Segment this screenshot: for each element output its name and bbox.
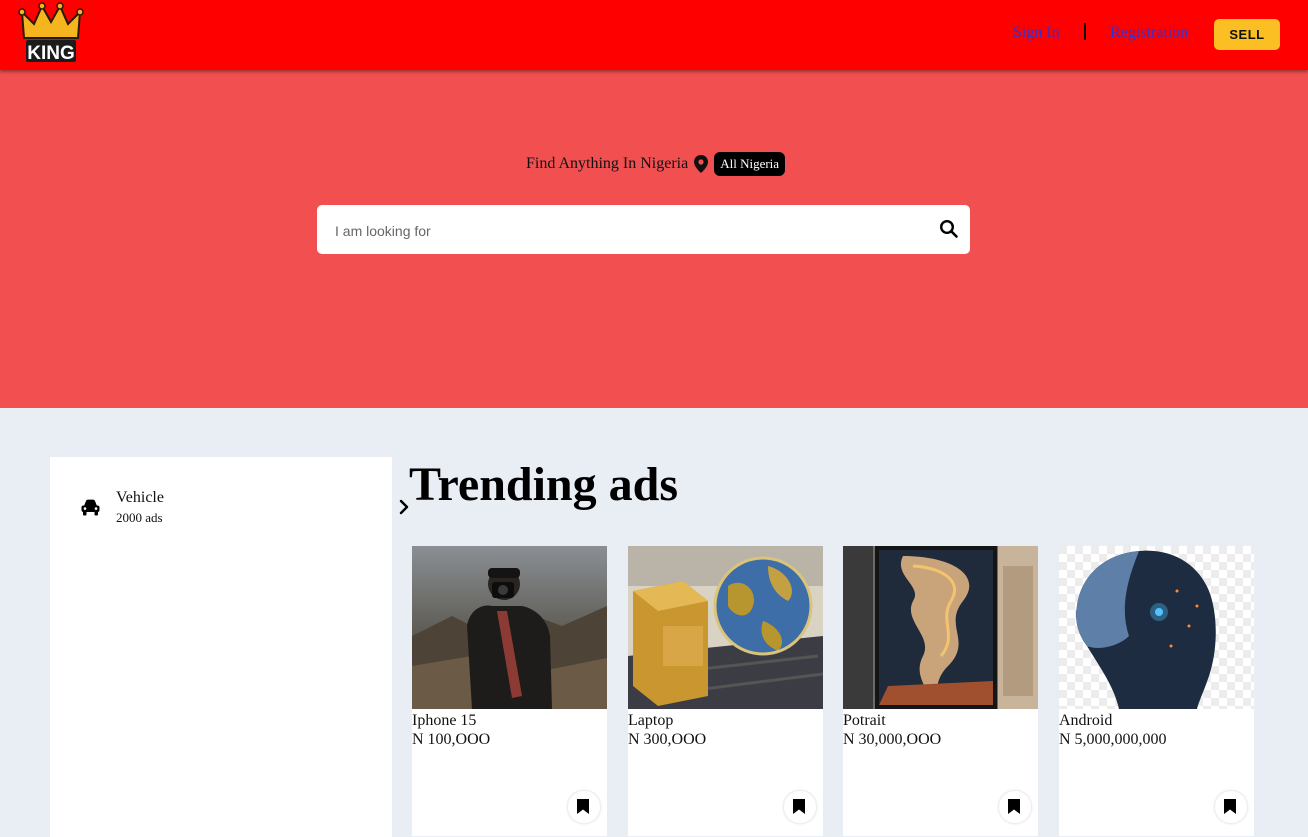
king-logo[interactable]: KING [18, 2, 84, 64]
ad-image-globe-container[interactable] [628, 546, 823, 709]
bookmark-button[interactable] [567, 790, 601, 824]
bookmark-button[interactable] [1214, 790, 1248, 824]
search-bar [317, 205, 970, 256]
category-ad-count: 2000 ads [116, 510, 163, 525]
bookmark-button[interactable] [998, 790, 1032, 824]
ad-image-photographer[interactable] [412, 546, 607, 709]
ad-title: Android [1059, 712, 1113, 729]
ad-price: N 5,000,000,000 [1059, 731, 1167, 748]
top-header: KING Sign In Registration SELL [0, 0, 1308, 70]
search-input[interactable] [333, 205, 927, 256]
svg-text:KING: KING [27, 43, 75, 64]
ad-image-tornado-art[interactable] [843, 546, 1038, 709]
ad-card[interactable]: Potrait N 30,000,OOO [843, 546, 1038, 836]
car-icon [81, 499, 100, 516]
hero-tagline: Find Anything In Nigeria [526, 155, 689, 172]
ad-image-android-head[interactable] [1059, 546, 1254, 709]
ad-price: N 100,OOO [412, 731, 491, 748]
hero-banner: Find Anything In Nigeria All Nigeria [0, 70, 1308, 408]
ad-card[interactable]: Android N 5,000,000,000 [1059, 546, 1254, 836]
ad-card[interactable]: Iphone 15 N 100,OOO [412, 546, 607, 836]
bookmark-icon [1224, 799, 1236, 814]
location-pin-icon [694, 155, 709, 173]
bookmark-icon [1008, 799, 1020, 814]
ad-title: Potrait [843, 712, 886, 729]
category-item-vehicle[interactable]: Vehicle 2000 ads [50, 485, 409, 531]
ad-price: N 30,000,OOO [843, 731, 942, 748]
ad-card[interactable]: Laptop N 300,OOO [628, 546, 823, 836]
category-sidebar: Vehicle 2000 ads [50, 457, 409, 837]
bookmark-icon [793, 799, 805, 814]
search-icon[interactable] [939, 219, 959, 239]
bookmark-icon [577, 799, 589, 814]
ad-title: Iphone 15 [412, 712, 477, 729]
sell-button[interactable]: SELL [1214, 19, 1280, 50]
nav-divider [1084, 23, 1086, 40]
ad-title: Laptop [628, 712, 674, 729]
location-selector[interactable]: All Nigeria [714, 152, 786, 176]
registration-link[interactable]: Registration [1110, 24, 1188, 42]
category-name: Vehicle [116, 489, 164, 506]
bookmark-button[interactable] [783, 790, 817, 824]
trending-ads-heading: Trending ads [409, 458, 678, 511]
sign-in-link[interactable]: Sign In [1013, 24, 1060, 42]
hero-tagline-row: Find Anything In Nigeria All Nigeria [526, 152, 786, 176]
ad-price: N 300,OOO [628, 731, 707, 748]
